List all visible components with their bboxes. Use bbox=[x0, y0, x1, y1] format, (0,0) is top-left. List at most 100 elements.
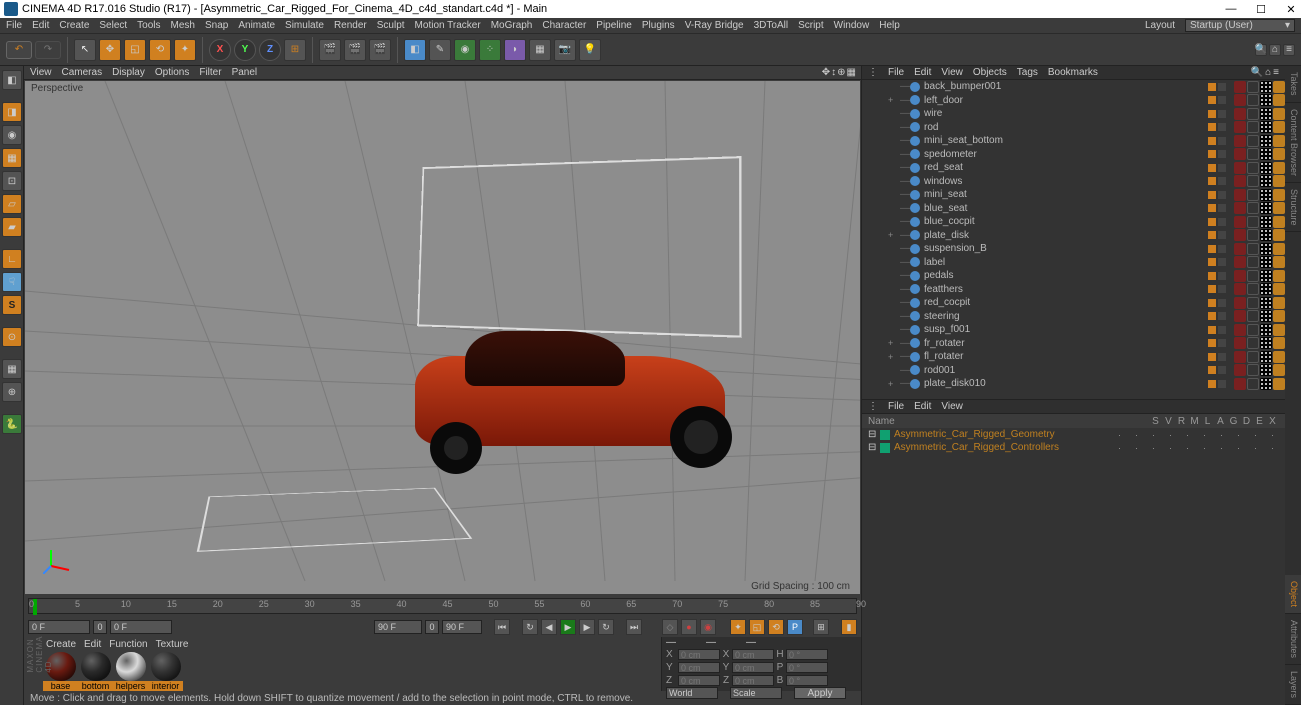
layer-row[interactable]: ⊟Asymmetric_Car_Rigged_Geometry·········… bbox=[862, 428, 1285, 441]
keyframe-sel-button[interactable]: ⊞ bbox=[813, 619, 829, 635]
viewport-solo[interactable]: ▦ bbox=[2, 359, 22, 379]
vp-menu-options[interactable]: Options bbox=[155, 67, 189, 78]
side-tab-layers[interactable]: Layers bbox=[1285, 665, 1301, 705]
layer-list[interactable]: ⊟Asymmetric_Car_Rigged_Geometry·········… bbox=[862, 428, 1285, 705]
lm-menu-view[interactable]: View bbox=[941, 401, 963, 412]
mat-menu-texture[interactable]: Texture bbox=[156, 639, 189, 650]
object-row[interactable]: +—plate_disk010 bbox=[862, 377, 1285, 391]
scale-tool[interactable]: ◱ bbox=[124, 39, 146, 61]
last-tool[interactable]: ✦ bbox=[174, 39, 196, 61]
record-disabled-button[interactable]: ◇ bbox=[662, 619, 678, 635]
object-row[interactable]: —wire bbox=[862, 107, 1285, 121]
menu-character[interactable]: Character bbox=[542, 20, 586, 31]
search-icon[interactable]: 🔍 bbox=[1255, 44, 1267, 56]
mat-menu-edit[interactable]: Edit bbox=[84, 639, 101, 650]
lm-grip-icon[interactable]: ⋮ bbox=[868, 401, 878, 412]
end-pad[interactable]: 0 bbox=[425, 620, 439, 634]
subdivision-surface[interactable]: ◉ bbox=[454, 39, 476, 61]
object-row[interactable]: —spedometer bbox=[862, 148, 1285, 162]
layout-dropdown[interactable]: Startup (User)▾ bbox=[1185, 19, 1295, 32]
menu-render[interactable]: Render bbox=[334, 20, 367, 31]
menu-simulate[interactable]: Simulate bbox=[285, 20, 324, 31]
object-row[interactable]: —mini_seat_bottom bbox=[862, 134, 1285, 148]
menu-create[interactable]: Create bbox=[59, 20, 89, 31]
close-button[interactable]: ✕ bbox=[1285, 3, 1297, 16]
side-tab-attributes[interactable]: Attributes bbox=[1285, 614, 1301, 665]
render-picture-viewer[interactable]: 🎬 bbox=[344, 39, 366, 61]
goto-start-button[interactable]: ⏮ bbox=[494, 619, 510, 635]
material-helpers[interactable]: helpers bbox=[113, 651, 148, 691]
minimize-button[interactable]: — bbox=[1225, 3, 1237, 15]
object-row[interactable]: —rod bbox=[862, 121, 1285, 135]
record-button[interactable]: ● bbox=[681, 619, 697, 635]
key-pos-button[interactable]: ✦ bbox=[730, 619, 746, 635]
snap-button[interactable]: S bbox=[2, 295, 22, 315]
object-row[interactable]: +—plate_disk bbox=[862, 229, 1285, 243]
camera-object[interactable]: 📷 bbox=[554, 39, 576, 61]
key-rot-button[interactable]: ⟲ bbox=[768, 619, 784, 635]
workplane-lock[interactable]: ⊙ bbox=[2, 327, 22, 347]
play-button[interactable]: ▶ bbox=[560, 619, 576, 635]
render-settings-button[interactable]: 🎬 bbox=[369, 39, 391, 61]
mat-menu-function[interactable]: Function bbox=[109, 639, 147, 650]
total-frames-field[interactable]: 90 F bbox=[442, 620, 482, 634]
rotate-tool[interactable]: ⟲ bbox=[149, 39, 171, 61]
object-row[interactable]: —back_bumper001 bbox=[862, 80, 1285, 94]
redo-button[interactable]: ↷ bbox=[35, 41, 61, 59]
om-home-icon[interactable]: ⌂ bbox=[1265, 67, 1271, 78]
menu-sculpt[interactable]: Sculpt bbox=[377, 20, 405, 31]
side-tab-content[interactable]: Content Browser bbox=[1285, 103, 1301, 183]
bend-deformer[interactable]: ◗ bbox=[504, 39, 526, 61]
timeline-marker-button[interactable]: ▮ bbox=[841, 619, 857, 635]
scale-mode-select[interactable]: Scale bbox=[730, 687, 782, 699]
texture-mode[interactable]: ◉ bbox=[2, 125, 22, 145]
om-menu-bookmarks[interactable]: Bookmarks bbox=[1048, 67, 1098, 78]
next-frame-button[interactable]: ▶ bbox=[579, 619, 595, 635]
material-interior[interactable]: interior bbox=[148, 651, 183, 691]
menu-lines-icon[interactable]: ≡ bbox=[1283, 44, 1295, 56]
material-shelf[interactable]: basebottomhelpersinterior bbox=[40, 651, 661, 691]
menu-select[interactable]: Select bbox=[99, 20, 127, 31]
apply-button[interactable]: Apply bbox=[794, 687, 846, 699]
menu-animate[interactable]: Animate bbox=[238, 20, 275, 31]
om-grip-icon[interactable]: ⋮ bbox=[868, 67, 878, 78]
menu-mesh[interactable]: Mesh bbox=[171, 20, 195, 31]
menu-window[interactable]: Window bbox=[834, 20, 870, 31]
point-mode[interactable]: ⊡ bbox=[2, 171, 22, 191]
vp-menu-panel[interactable]: Panel bbox=[232, 67, 258, 78]
timeline-ruler[interactable]: 051015202530354045505560657075808590 bbox=[24, 595, 861, 617]
render-view-button[interactable]: 🎬 bbox=[319, 39, 341, 61]
light-object[interactable]: 💡 bbox=[579, 39, 601, 61]
side-tab-takes[interactable]: Takes bbox=[1285, 66, 1301, 103]
object-row[interactable]: —blue_cocpit bbox=[862, 215, 1285, 229]
object-row[interactable]: +—fr_rotater bbox=[862, 337, 1285, 351]
menu-mograph[interactable]: MoGraph bbox=[491, 20, 533, 31]
goto-end-button[interactable]: ⏭ bbox=[626, 619, 642, 635]
coord-system-select[interactable]: World bbox=[666, 687, 718, 699]
current-frame-field[interactable]: 0 F bbox=[110, 620, 172, 634]
viewport-perspective[interactable]: Perspective Grid Spacing : 100 cm bbox=[25, 81, 860, 594]
om-menu-objects[interactable]: Objects bbox=[973, 67, 1007, 78]
end-frame-field[interactable]: 90 F bbox=[374, 620, 422, 634]
menu-file[interactable]: File bbox=[6, 20, 22, 31]
python-mode[interactable]: 🐍 bbox=[2, 414, 22, 434]
move-tool[interactable]: ✥ bbox=[99, 39, 121, 61]
lm-menu-edit[interactable]: Edit bbox=[914, 401, 931, 412]
object-row[interactable]: —windows bbox=[862, 175, 1285, 189]
object-row[interactable]: —mini_seat bbox=[862, 188, 1285, 202]
menu-help[interactable]: Help bbox=[879, 20, 900, 31]
om-menu-edit[interactable]: Edit bbox=[914, 67, 931, 78]
vp-menu-cameras[interactable]: Cameras bbox=[62, 67, 103, 78]
om-menu-tags[interactable]: Tags bbox=[1017, 67, 1038, 78]
vp-menu-filter[interactable]: Filter bbox=[199, 67, 221, 78]
workplane-mode[interactable]: ▦ bbox=[2, 148, 22, 168]
om-opts-icon[interactable]: ≡ bbox=[1273, 67, 1279, 78]
object-row[interactable]: —label bbox=[862, 256, 1285, 270]
object-row[interactable]: —red_cocpit bbox=[862, 296, 1285, 310]
locked-workplane[interactable]: ⊕ bbox=[2, 382, 22, 402]
object-row[interactable]: +—fl_rotater bbox=[862, 350, 1285, 364]
vp-nav-icon[interactable]: ✥ bbox=[822, 67, 829, 78]
menu-snap[interactable]: Snap bbox=[205, 20, 228, 31]
y-axis-lock[interactable]: Y bbox=[234, 39, 256, 61]
object-row[interactable]: —rod001 bbox=[862, 364, 1285, 378]
